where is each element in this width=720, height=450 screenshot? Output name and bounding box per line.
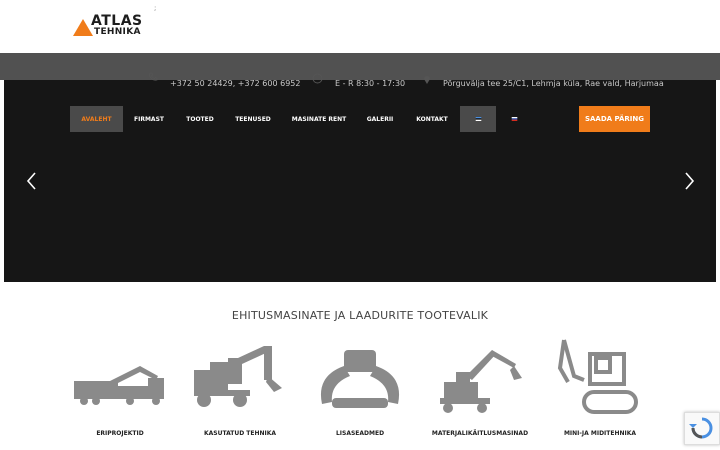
header-address[interactable]: Põrguvälja tee 25/C1, Lehmja küla, Rae v…: [443, 79, 664, 88]
product-label-eriprojektid: ERIPROJEKTID: [96, 430, 144, 437]
product-label-mini-ja-miditehnika: MINI-JA MIDITEHNIKA: [563, 430, 637, 437]
nav-kontakt[interactable]: KONTAKT: [410, 106, 454, 132]
lang-ru-button[interactable]: [500, 106, 528, 132]
nav-tooted[interactable]: TOOTED: [180, 106, 220, 132]
product-kasutatud-tehnika[interactable]: KASUTATUD TEHNIKA: [190, 336, 300, 446]
atlas-tehnika-logo[interactable]: ATLAS TEHNIKA: [73, 13, 153, 38]
logo-text-tehnika: TEHNIKA: [94, 27, 141, 37]
logo-text-atlas: ATLAS: [91, 13, 143, 29]
nav-firmast[interactable]: FIRMAST: [128, 106, 170, 132]
product-eriprojektid[interactable]: ERIPROJEKTID: [70, 336, 180, 446]
section-title: EHITUSMASINATE JA LAADURITE TOOTEVALIK: [231, 309, 489, 322]
gray-strip: [0, 53, 720, 80]
material-handler-icon: [440, 350, 522, 413]
product-mini-ja-miditehnika[interactable]: MINI-JA MIDITEHNIKA: [550, 336, 660, 446]
estonian-flag-icon: [475, 117, 481, 121]
header-hours: E - R 8:30 - 17:30: [335, 79, 406, 88]
header-phone[interactable]: +372 50 24429, +372 600 6952: [170, 79, 300, 88]
wheel-excavator-icon: [194, 346, 282, 407]
decorative-dot: ;: [154, 4, 157, 12]
location-icon: [424, 76, 430, 84]
product-materjalikaitlusmasinad[interactable]: MATERJALIKÄITLUSMASINAD: [430, 336, 540, 446]
chevron-left-icon[interactable]: [25, 170, 39, 192]
clock-icon: [312, 73, 323, 84]
russian-flag-icon: [511, 117, 517, 121]
product-label-lisaseadmed: LISASEADMED: [335, 430, 385, 437]
phone-icon: [149, 72, 158, 81]
top-header: ATLAS TEHNIKA ;: [0, 0, 720, 53]
recaptcha-badge[interactable]: [684, 412, 720, 445]
logo-triangle-icon: [73, 19, 93, 36]
nav-galerii[interactable]: GALERII: [362, 106, 398, 132]
lang-et-button[interactable]: [460, 106, 496, 132]
chevron-right-icon[interactable]: [682, 170, 696, 192]
grapple-attachment-icon: [320, 350, 400, 408]
recaptcha-icon: [689, 417, 713, 439]
product-lisaseadmed[interactable]: LISASEADMED: [310, 336, 420, 446]
truck-crane-icon: [74, 366, 164, 405]
nav-teenused[interactable]: TEENUSED: [230, 106, 276, 132]
mini-excavator-icon: [557, 339, 638, 414]
product-label-materjalikaitlusmasinad: MATERJALIKÄITLUSMASINAD: [431, 430, 529, 437]
send-request-button[interactable]: SAADA PÄRING: [579, 106, 650, 132]
nav-avaleht[interactable]: AVALEHT: [70, 106, 123, 132]
nav-masinate-rent[interactable]: MASINATE RENT: [288, 106, 350, 132]
product-label-kasutatud-tehnika: KASUTATUD TEHNIKA: [203, 430, 277, 437]
